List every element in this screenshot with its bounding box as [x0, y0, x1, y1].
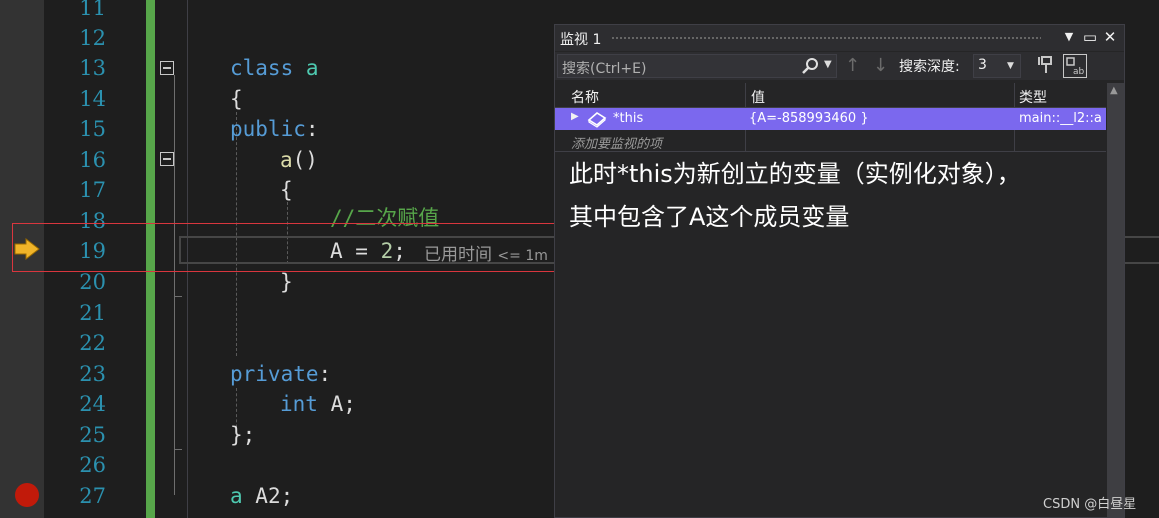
keyword: private: [230, 362, 319, 386]
watermark: CSDN @白昼星: [1043, 497, 1137, 512]
object-icon: [587, 112, 607, 128]
line-number: 21: [79, 301, 106, 325]
class-name: a: [305, 56, 319, 80]
line-number: 24: [79, 392, 106, 416]
punctuation: (): [292, 148, 318, 172]
type-name: a: [230, 484, 243, 508]
annotation-line: 此时*this为新创立的变量（实例化对象），: [569, 160, 1021, 188]
line-number: 23: [79, 362, 106, 386]
line-number: 16: [79, 148, 106, 172]
line-number: 27: [79, 484, 106, 508]
punctuation: :: [305, 117, 319, 141]
code-line-16[interactable]: a(): [280, 145, 318, 175]
line-number: 14: [79, 87, 106, 111]
line-number: 13: [79, 56, 106, 80]
code-line-23[interactable]: private:: [230, 359, 331, 389]
outline-guide: [174, 296, 182, 297]
code-line-14[interactable]: {: [230, 84, 243, 114]
search-input[interactable]: 搜索(Ctrl+E) ▼: [557, 54, 837, 78]
annotation-text: 此时*this为新创立的变量（实例化对象）， 其中包含了A这个成员变量: [569, 153, 1099, 239]
column-header-type[interactable]: 类型: [1019, 87, 1047, 107]
outline-guide: [174, 449, 182, 450]
search-icon[interactable]: [800, 57, 820, 75]
search-depth-label: 搜索深度:: [899, 59, 960, 75]
close-icon[interactable]: ✕: [1100, 27, 1120, 47]
collapse-icon[interactable]: [160, 152, 174, 166]
line-number: 26: [79, 453, 106, 477]
code-line-15[interactable]: public:: [230, 114, 319, 144]
watch-title: 监视 1: [560, 32, 602, 48]
line-number: 11: [79, 0, 106, 20]
watch-row[interactable]: ▶ *this {A=-858993460 } main::__l2::a: [555, 108, 1106, 130]
column-header-value[interactable]: 值: [751, 87, 765, 107]
search-options-dropdown-icon[interactable]: ▼: [824, 59, 832, 70]
code-line-24[interactable]: int A;: [280, 389, 356, 419]
line-number: 25: [79, 423, 106, 447]
chevron-down-icon: ▼: [1007, 61, 1014, 71]
keyword: class: [230, 56, 294, 80]
outline-guide: [174, 75, 175, 495]
watch-item-value[interactable]: {A=-858993460 }: [749, 111, 869, 126]
hex-display-icon[interactable]: ab: [1063, 54, 1087, 78]
annotation-line: 其中包含了A这个成员变量: [569, 203, 850, 231]
breakpoint-icon[interactable]: [15, 483, 39, 507]
search-depth-value: 3: [978, 57, 987, 73]
scroll-up-icon[interactable]: ▲: [1110, 85, 1118, 96]
constructor-name: a: [280, 148, 293, 172]
code-line-27[interactable]: a A2;: [230, 481, 293, 511]
add-watch-row[interactable]: 添加要监视的项: [555, 131, 1106, 152]
svg-text:ab: ab: [1073, 67, 1085, 77]
watch-item-name: *this: [613, 111, 644, 126]
search-next-icon[interactable]: ↓: [873, 55, 888, 76]
line-number: 17: [79, 178, 106, 202]
column-header-name[interactable]: 名称: [571, 87, 599, 107]
search-depth-select[interactable]: 3 ▼: [973, 54, 1021, 78]
add-watch-placeholder: 添加要监视的项: [571, 137, 663, 152]
declaration: A2;: [242, 484, 294, 508]
line-number: 15: [79, 117, 106, 141]
collapse-icon[interactable]: [160, 61, 174, 75]
line-number: 12: [79, 26, 106, 50]
window-menu-dropdown-icon[interactable]: ▼: [1059, 27, 1079, 47]
pin-icon[interactable]: [1037, 55, 1055, 75]
watch-item-type: main::__l2::a: [1019, 111, 1102, 126]
expand-icon[interactable]: ▶: [571, 111, 579, 122]
keyword: public: [230, 117, 306, 141]
keyword: int: [280, 392, 318, 416]
watch-titlebar[interactable]: 监视 1 ▼ ▭ ✕: [555, 25, 1124, 51]
declaration: A;: [317, 392, 356, 416]
code-line-13[interactable]: class a: [230, 53, 319, 83]
search-previous-icon[interactable]: ↑: [845, 55, 860, 76]
annotation-highlight-box: [12, 223, 563, 272]
vertical-scrollbar[interactable]: ▲: [1107, 83, 1124, 517]
line-number: 22: [79, 331, 106, 355]
maximize-icon[interactable]: ▭: [1080, 27, 1100, 47]
code-line-17[interactable]: {: [280, 175, 293, 205]
punctuation: :: [318, 362, 332, 386]
watch-window[interactable]: 监视 1 ▼ ▭ ✕ 搜索(Ctrl+E) ▼ ↑ ↓ 搜索深度: 3 ▼ ab: [554, 24, 1125, 518]
title-grip[interactable]: [611, 36, 1041, 41]
search-placeholder: 搜索(Ctrl+E): [562, 61, 647, 77]
code-line-25[interactable]: };: [230, 420, 255, 450]
watch-grid-header: 名称 值 类型: [555, 83, 1106, 108]
